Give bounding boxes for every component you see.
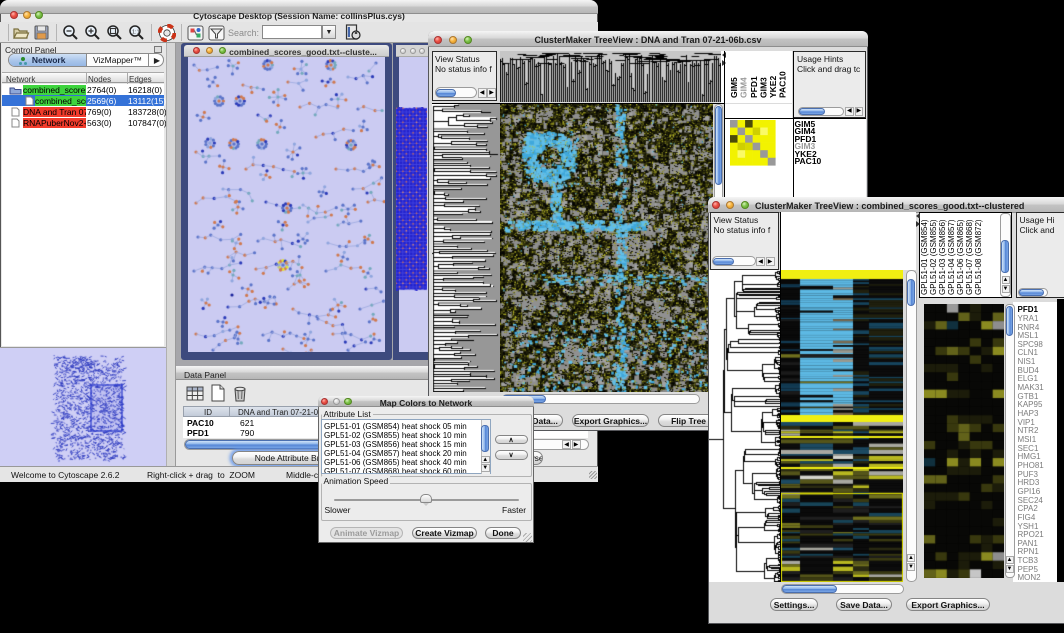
svg-text:PAC10: PAC10 <box>778 71 788 98</box>
svg-text:GPL51-03 (GSM856): GPL51-03 (GSM856) <box>938 219 947 295</box>
svg-text:GPL51-08 (GSM872): GPL51-08 (GSM872) <box>974 219 983 295</box>
svg-text:GIM5: GIM5 <box>729 77 739 98</box>
svg-text:PFD1: PFD1 <box>749 76 759 98</box>
svg-text:GIM3: GIM3 <box>759 77 769 98</box>
svg-text:GPL51-01 (GSM854): GPL51-01 (GSM854) <box>920 219 929 295</box>
svg-text:GPL51-06 (GSM865): GPL51-06 (GSM865) <box>956 219 965 295</box>
svg-text:GIM4: GIM4 <box>739 77 749 98</box>
svg-text:GPL51-07 (GSM868): GPL51-07 (GSM868) <box>965 219 974 295</box>
svg-text:GPL51-04 (GSM857): GPL51-04 (GSM857) <box>947 219 956 295</box>
svg-text:1:1: 1:1 <box>132 30 140 36</box>
svg-text:GPL51-02 (GSM855): GPL51-02 (GSM855) <box>929 219 938 295</box>
svg-text:YKE2: YKE2 <box>768 76 778 98</box>
